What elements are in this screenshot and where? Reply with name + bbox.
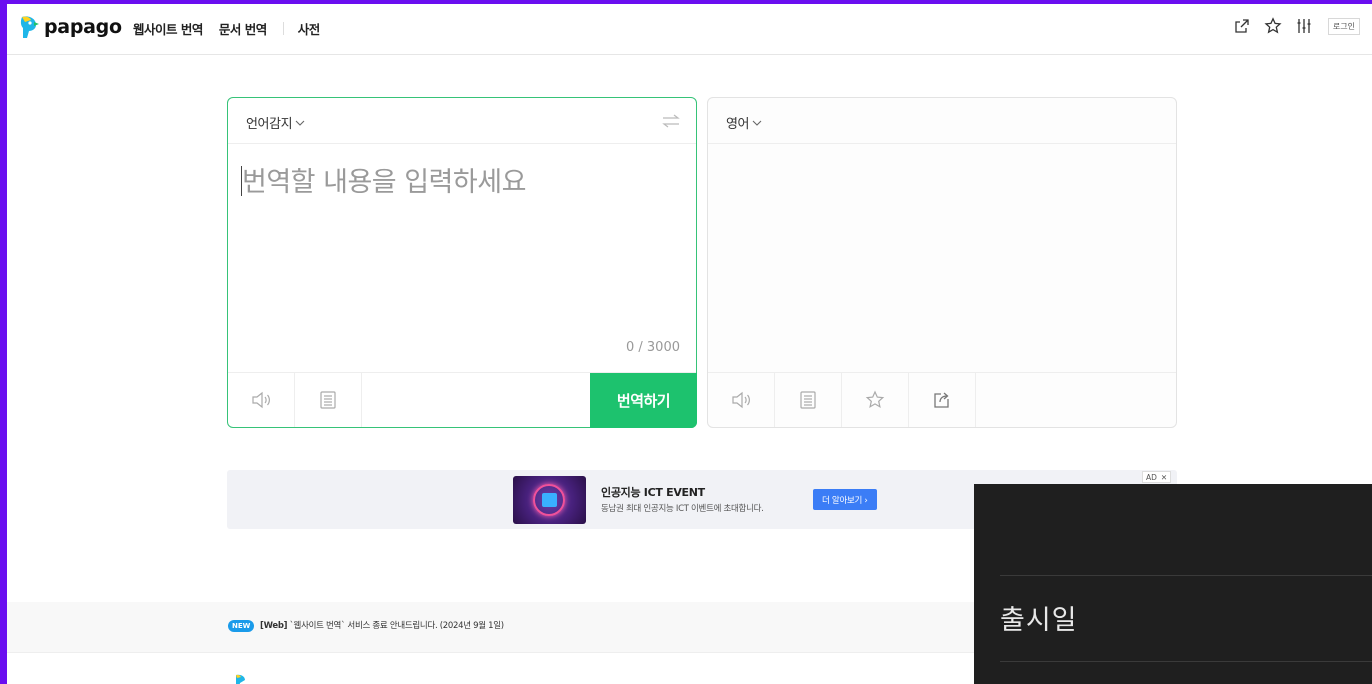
overlay-divider-bottom [1000,661,1372,662]
share-result-button[interactable] [909,373,976,427]
top-header: papago 웹사이트 번역 문서 번역 사전 로그인 [7,4,1372,55]
source-language-select[interactable]: 언어감지 [246,113,305,132]
notice-link[interactable]: [Web] `웹사이트 번역` 서비스 종료 안내드립니다. (2024년 9월… [260,619,504,631]
copy-result-button[interactable] [775,373,842,427]
listen-target-button[interactable] [708,373,775,427]
main-nav: 웹사이트 번역 문서 번역 사전 [133,19,336,38]
settings-sliders-icon[interactable] [1295,17,1313,35]
papago-logo[interactable]: papago [18,15,122,39]
nav-website-translation[interactable]: 웹사이트 번역 [133,19,203,38]
ad-thumbnail-core [542,493,557,507]
favorite-button[interactable] [842,373,909,427]
source-panel-footer: 번역하기 [228,372,697,428]
nav-document-translation[interactable]: 문서 번역 [219,19,267,38]
star-icon[interactable] [1264,17,1282,35]
source-text-input[interactable]: 번역할 내용을 입력하세요 [242,160,672,360]
document-icon [800,391,816,409]
source-language-label: 언어감지 [246,117,293,132]
target-panel: 영어 [707,97,1177,428]
star-icon [865,390,885,409]
notice-tag: [Web] [260,621,288,631]
close-icon[interactable]: ✕ [1161,473,1167,482]
target-language-label: 영어 [726,117,750,132]
ad-learn-more-button[interactable]: 더 알아보기 › [813,489,877,510]
chevron-down-icon [752,120,762,126]
document-icon [320,391,336,409]
ad-label: AD [1146,472,1157,482]
share-icon[interactable] [1233,17,1251,35]
listen-source-button[interactable] [228,373,295,427]
ad-title: 인공지능 ICT EVENT [601,486,705,499]
share-icon [934,392,949,408]
ad-description: 동남권 최대 인공지능 ICT 이벤트에 초대합니다. [601,504,764,514]
speaker-icon [732,391,750,409]
swap-languages-icon[interactable] [662,114,680,128]
nav-dictionary[interactable]: 사전 [298,19,321,38]
translate-button[interactable]: 번역하기 [590,373,697,428]
source-panel: 언어감지 번역할 내용을 입력하세요 0 / 3000 번역하기 [227,97,697,428]
target-panel-footer [708,372,1176,427]
speaker-icon [252,391,270,409]
chevron-down-icon [295,120,305,126]
logo-text: papago [44,16,122,38]
overlay-divider-top [1000,575,1372,576]
ad-badge[interactable]: AD ✕ [1142,471,1172,483]
papago-parrot-icon [20,16,39,38]
header-tools: 로그인 [1220,17,1360,35]
papago-page: papago 웹사이트 번역 문서 번역 사전 로그인 언어감지 번역할 내용을… [7,4,1372,684]
source-panel-header: 언어감지 [228,98,696,144]
ad-thumbnail [513,476,586,524]
login-button[interactable]: 로그인 [1327,17,1360,35]
new-badge: NEW [228,620,255,632]
target-panel-header: 영어 [708,98,1176,144]
dark-overlay-panel: 출시일 [974,484,1372,684]
character-counter: 0 / 3000 [626,340,680,355]
nav-divider [282,22,284,35]
handwriting-button[interactable] [295,373,362,427]
footer-logo-icon [236,674,245,684]
overlay-title: 출시일 [1000,605,1078,636]
notice-message: `웹사이트 번역` 서비스 종료 안내드립니다. (2024년 9월 1일) [289,621,505,631]
target-language-select[interactable]: 영어 [726,113,762,132]
